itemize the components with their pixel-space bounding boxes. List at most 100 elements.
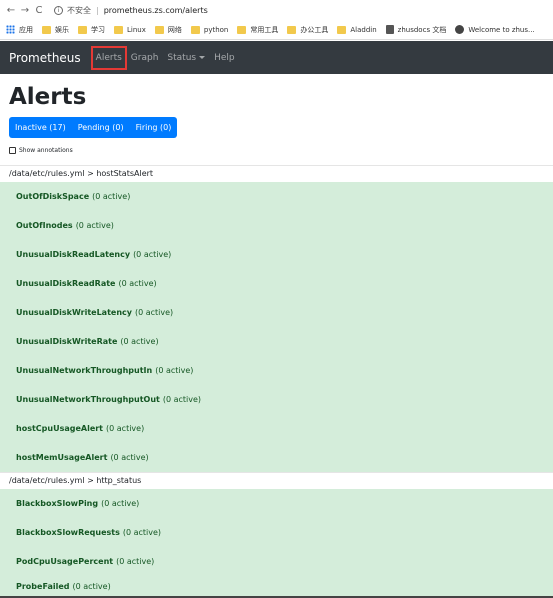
alert-name: hostCpuUsageAlert	[16, 424, 104, 433]
alert-name: OutOfInodes	[16, 221, 73, 230]
bookmark-label: 学习	[91, 25, 105, 34]
alert-row[interactable]: ProbeFailed (0 active)	[0, 576, 553, 596]
bookmark-folder[interactable]: 娱乐	[42, 25, 69, 35]
alert-count: (0 active)	[134, 308, 174, 317]
alert-count: (0 active)	[106, 424, 145, 433]
alert-count: (0 active)	[75, 221, 114, 230]
address-separator: |	[96, 5, 99, 15]
folder-icon	[114, 25, 123, 34]
bookmark-folder[interactable]: Aladdin	[337, 25, 377, 34]
folder-icon	[337, 25, 347, 34]
alert-row[interactable]: hostCpuUsageAlert (0 active)	[0, 414, 553, 443]
bookmark-label: Welcome to zhus...	[468, 25, 535, 34]
bookmark-label: 网络	[167, 25, 182, 34]
nav-help[interactable]: Help	[214, 53, 235, 63]
firing-button[interactable]: Firing (0)	[130, 117, 178, 138]
back-arrow-icon[interactable]: ←	[4, 5, 18, 16]
brand-link[interactable]: Prometheus	[9, 51, 81, 65]
alert-count: (0 active)	[72, 581, 111, 591]
folder-icon	[190, 25, 200, 34]
address-bar: ← → C i 不安全 | prometheus.zs.com/alerts	[0, 0, 553, 20]
folder-icon	[154, 25, 164, 34]
document-icon	[385, 25, 394, 34]
bookmarks-bar: 应用 娱乐 学习 Linux 网络 python 常用工具 办公工具 Aladd…	[0, 20, 553, 40]
alert-row[interactable]: UnusualDiskWriteRate (0 active)	[0, 327, 553, 356]
rule-group-header: /data/etc/rules.yml > http_status	[0, 472, 553, 488]
alert-name: UnusualDiskReadRate	[16, 279, 116, 288]
alert-name: UnusualDiskWriteRate	[16, 337, 118, 346]
alert-name: BlackboxSlowPing	[16, 499, 99, 508]
caret-down-icon	[199, 55, 206, 59]
folder-icon	[237, 25, 247, 34]
alert-state-filter: Inactive (17) Pending (0) Firing (0)	[9, 117, 178, 138]
alert-row[interactable]: UnusualNetworkThroughputOut (0 active)	[0, 385, 553, 414]
alert-row[interactable]: UnusualNetworkThroughputIn (0 active)	[0, 356, 553, 385]
alert-count: (0 active)	[133, 250, 172, 259]
alert-row[interactable]: BlackboxSlowRequests (0 active)	[0, 518, 553, 547]
folder-icon	[287, 25, 297, 34]
alert-row[interactable]: OutOfDiskSpace (0 active)	[0, 182, 553, 211]
url-field[interactable]: prometheus.zs.com/alerts	[104, 6, 208, 15]
info-icon[interactable]: i	[54, 5, 63, 15]
alert-name: PodCpuUsagePercent	[16, 557, 114, 566]
alert-name: hostMemUsageAlert	[16, 453, 108, 462]
alert-name: UnusualNetworkThroughputOut	[16, 395, 160, 404]
bookmark-folder[interactable]: 常用工具	[237, 25, 278, 35]
alert-row[interactable]: hostMemUsageAlert (0 active)	[0, 443, 553, 472]
page-title: Alerts	[9, 84, 87, 110]
alert-row[interactable]: PodCpuUsagePercent (0 active)	[0, 547, 553, 576]
folder-icon	[78, 25, 87, 34]
nav-status[interactable]: Status	[167, 52, 206, 63]
alert-count: (0 active)	[162, 395, 202, 404]
alert-count: (0 active)	[122, 528, 162, 537]
globe-icon	[455, 25, 465, 34]
alert-row[interactable]: UnusualDiskWriteLatency (0 active)	[0, 298, 553, 327]
rule-group-header: /data/etc/rules.yml > hostStatsAlert	[0, 165, 553, 181]
apps-grid-icon	[6, 25, 15, 34]
bookmark-apps[interactable]: 应用	[6, 25, 33, 35]
alert-name: BlackboxSlowRequests	[16, 528, 120, 537]
nav-graph[interactable]: Graph	[131, 53, 159, 63]
nav-status-label: Status	[167, 52, 197, 63]
alert-row[interactable]: UnusualDiskReadRate (0 active)	[0, 269, 553, 298]
bookmark-label: 娱乐	[55, 25, 69, 34]
alert-count: (0 active)	[110, 453, 149, 462]
alert-name: ProbeFailed	[16, 581, 70, 591]
pending-button[interactable]: Pending (0)	[72, 117, 130, 138]
bookmark-folder[interactable]: 网络	[154, 25, 182, 35]
bookmark-label: 应用	[19, 25, 33, 34]
bookmark-site[interactable]: Welcome to zhus...	[455, 25, 535, 34]
bookmark-label: 常用工具	[250, 25, 279, 34]
alert-name: OutOfDiskSpace	[16, 192, 90, 201]
bookmark-folder[interactable]: Linux	[114, 25, 146, 34]
bookmark-doc[interactable]: zhusdocs 文档	[385, 25, 447, 35]
bookmark-folder[interactable]: python	[190, 25, 229, 34]
show-annotations-label: Show annotations	[19, 147, 73, 154]
bookmark-folder[interactable]: 学习	[78, 25, 105, 35]
inactive-button[interactable]: Inactive (17)	[9, 117, 72, 138]
show-annotations-toggle[interactable]: Show annotations	[9, 147, 73, 154]
bookmark-label: zhusdocs 文档	[397, 25, 447, 34]
alert-row[interactable]: OutOfInodes (0 active)	[0, 211, 553, 240]
alert-count: (0 active)	[118, 279, 157, 288]
alert-count: (0 active)	[101, 499, 140, 508]
forward-arrow-icon[interactable]: →	[18, 5, 32, 16]
bookmark-label: python	[203, 25, 229, 34]
reload-icon[interactable]: C	[32, 5, 46, 16]
alert-count: (0 active)	[116, 557, 155, 566]
alert-row[interactable]: UnusualDiskReadLatency (0 active)	[0, 240, 553, 269]
bookmark-label: Linux	[127, 25, 146, 34]
alert-count: (0 active)	[155, 366, 194, 375]
bookmark-folder[interactable]: 办公工具	[287, 25, 328, 35]
show-annotations-checkbox[interactable]	[9, 147, 16, 154]
alert-name: UnusualNetworkThroughputIn	[16, 366, 153, 375]
prometheus-navbar: Prometheus Alerts Graph Status Help	[0, 41, 553, 74]
bookmark-label: 办公工具	[300, 25, 329, 34]
folder-icon	[42, 25, 51, 34]
alert-count: (0 active)	[92, 192, 131, 201]
alert-count: (0 active)	[120, 337, 159, 346]
nav-alerts[interactable]: Alerts	[90, 45, 127, 70]
alert-row[interactable]: BlackboxSlowPing (0 active)	[0, 489, 553, 518]
alert-name: UnusualDiskWriteLatency	[16, 308, 132, 317]
alert-name: UnusualDiskReadLatency	[16, 250, 131, 259]
